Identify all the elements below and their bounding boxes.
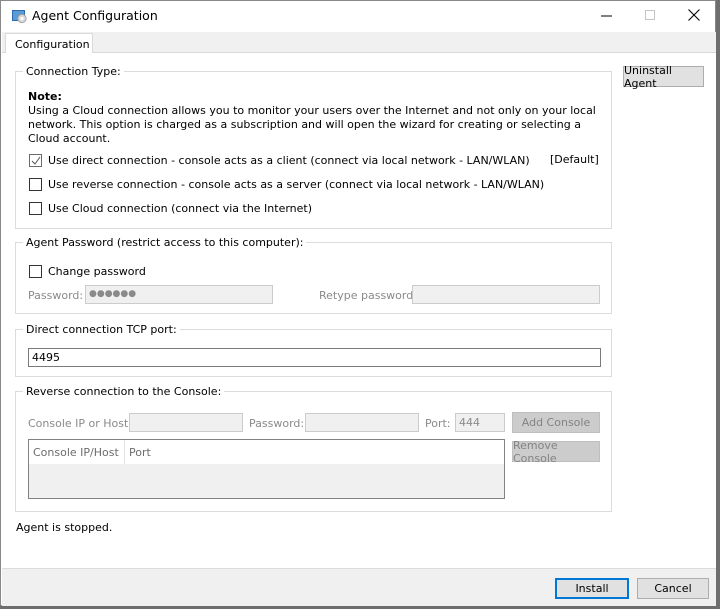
reverse-connection-group: Reverse connection to the Console: Conso… bbox=[15, 385, 612, 512]
remove-console-button[interactable]: Remove Console bbox=[512, 439, 600, 465]
cancel-button[interactable]: Cancel bbox=[637, 578, 709, 599]
reverse-connection-option[interactable]: Use reverse connection - console acts as… bbox=[29, 176, 544, 192]
console-password-input[interactable] bbox=[305, 413, 419, 432]
reverse-connection-label: Use reverse connection - console acts as… bbox=[48, 177, 545, 191]
tab-configuration[interactable]: Configuration bbox=[5, 33, 93, 54]
add-console-button[interactable]: Add Console bbox=[512, 412, 600, 433]
console-port-label: Port: bbox=[425, 417, 451, 430]
column-console-host[interactable]: Console IP/Host bbox=[29, 440, 125, 464]
password-label: Password: bbox=[28, 289, 84, 302]
retype-password-input[interactable] bbox=[412, 285, 600, 304]
checkmark-icon bbox=[31, 156, 41, 165]
minimize-button[interactable] bbox=[583, 1, 629, 32]
tcp-port-input[interactable]: 4495 bbox=[28, 348, 601, 367]
connection-type-group: Connection Type: Note: Using a Cloud con… bbox=[15, 65, 612, 229]
direct-connection-label: Use direct connection - console acts as … bbox=[48, 153, 530, 167]
maximize-button[interactable] bbox=[627, 1, 673, 32]
tcp-port-legend: Direct connection TCP port: bbox=[23, 323, 180, 336]
direct-connection-option[interactable]: Use direct connection - console acts as … bbox=[29, 152, 530, 168]
close-button[interactable] bbox=[671, 1, 717, 32]
direct-connection-checkbox[interactable] bbox=[29, 153, 42, 167]
uninstall-agent-button[interactable]: Uninstall Agent bbox=[623, 64, 704, 90]
connection-type-legend: Connection Type: bbox=[23, 65, 124, 78]
change-password-checkbox[interactable] bbox=[29, 264, 42, 278]
retype-password-label: Retype password: bbox=[319, 289, 417, 302]
agent-password-group: Agent Password (restrict access to this … bbox=[15, 236, 612, 314]
install-button[interactable]: Install bbox=[555, 578, 629, 599]
console-password-label: Password: bbox=[249, 417, 305, 430]
cloud-connection-checkbox[interactable] bbox=[29, 201, 42, 215]
minimize-icon bbox=[600, 10, 612, 24]
reverse-connection-checkbox[interactable] bbox=[29, 177, 42, 191]
note-body: Using a Cloud connection allows you to m… bbox=[28, 104, 596, 145]
note-title: Note: bbox=[28, 90, 62, 103]
window-title: Agent Configuration bbox=[32, 8, 158, 23]
console-list[interactable]: Console IP/Host Port bbox=[28, 439, 505, 499]
console-list-header: Console IP/Host Port bbox=[29, 440, 504, 464]
dialog-footer: Install Cancel bbox=[2, 568, 716, 606]
close-icon bbox=[688, 9, 700, 24]
cloud-connection-option[interactable]: Use Cloud connection (connect via the In… bbox=[29, 200, 312, 216]
title-bar[interactable]: Agent Configuration bbox=[1, 1, 715, 32]
cloud-connection-label: Use Cloud connection (connect via the In… bbox=[48, 201, 313, 215]
password-input[interactable]: ●●●●●● bbox=[85, 285, 273, 304]
console-port-input[interactable]: 444 bbox=[455, 413, 505, 432]
agent-status: Agent is stopped. bbox=[16, 521, 113, 534]
default-tag: [Default] bbox=[550, 153, 599, 166]
configuration-panel: Uninstall Agent Connection Type: Note: U… bbox=[2, 53, 716, 568]
maximize-icon bbox=[644, 9, 656, 24]
agent-configuration-window: Agent Configuration Configuration Uninst… bbox=[0, 0, 716, 606]
tab-strip: Configuration bbox=[2, 32, 716, 54]
tcp-port-group: Direct connection TCP port: 4495 bbox=[15, 323, 612, 377]
agent-app-icon bbox=[12, 9, 27, 24]
change-password-label: Change password bbox=[48, 264, 146, 278]
console-host-label: Console IP or Host: bbox=[28, 417, 133, 430]
reverse-connection-legend: Reverse connection to the Console: bbox=[23, 385, 225, 398]
console-host-input[interactable] bbox=[129, 413, 243, 432]
column-port[interactable]: Port bbox=[125, 440, 151, 464]
change-password-option[interactable]: Change password bbox=[29, 263, 146, 279]
agent-password-legend: Agent Password (restrict access to this … bbox=[23, 236, 307, 249]
